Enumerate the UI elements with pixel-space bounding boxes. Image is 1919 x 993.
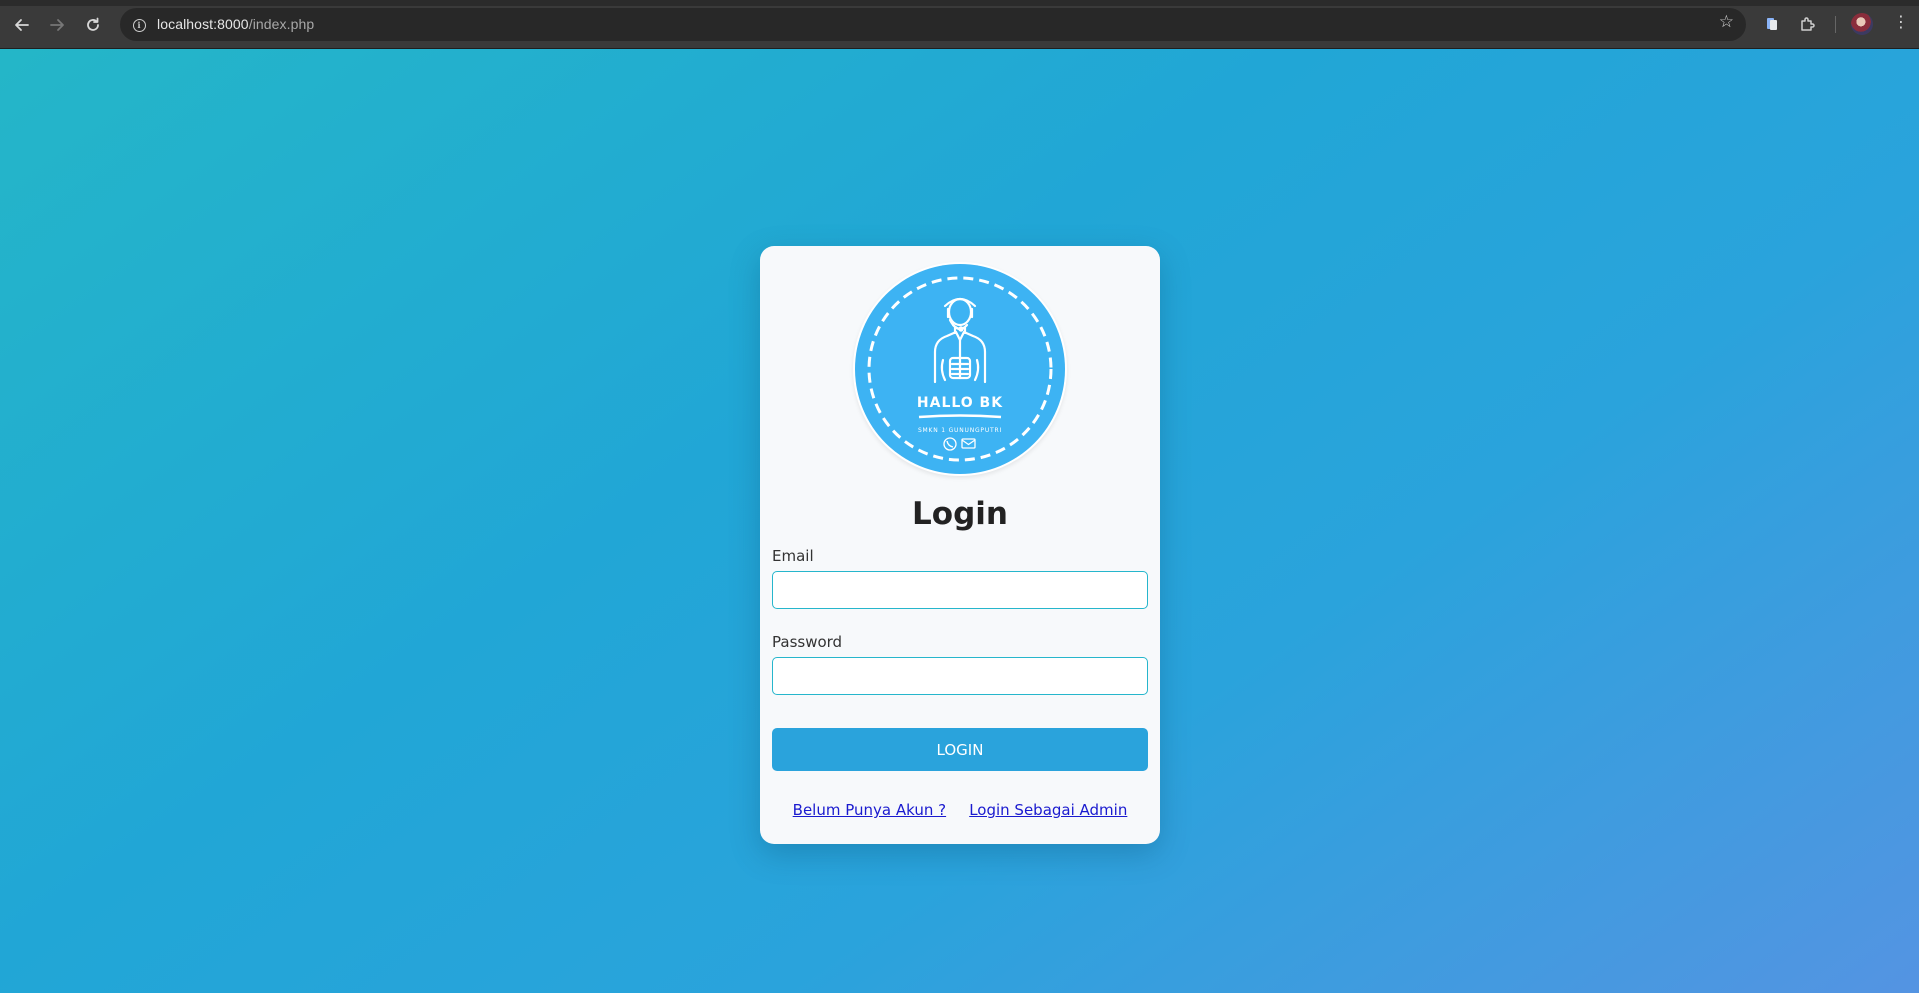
logo-emblem: HALLO BK SMKN 1 GUNUNGPUTRI <box>855 264 1065 474</box>
tab-strip <box>0 0 1919 6</box>
password-field[interactable] <box>772 657 1148 695</box>
puzzle-icon <box>1801 17 1815 31</box>
arrow-left-icon <box>15 19 29 31</box>
site-info-button[interactable]: i <box>129 15 149 35</box>
email-label: Email <box>772 547 814 565</box>
url-host: localhost:8000 <box>157 16 249 32</box>
address-bar[interactable]: i localhost:8000/index.php ☆ <box>120 8 1746 41</box>
extensions-menu-button[interactable] <box>1798 14 1818 34</box>
hallo-bk-logo: HALLO BK SMKN 1 GUNUNGPUTRI <box>853 262 1067 476</box>
login-card: HALLO BK SMKN 1 GUNUNGPUTRI Login Email … <box>760 246 1160 844</box>
password-label: Password <box>772 633 843 651</box>
logo-subtitle: SMKN 1 GUNUNGPUTRI <box>918 427 1002 434</box>
login-button[interactable]: LOGIN <box>772 728 1148 771</box>
register-link[interactable]: Belum Punya Akun ? <box>793 801 946 819</box>
page-title: Login <box>912 496 1008 532</box>
document-extension-icon <box>1767 18 1777 30</box>
back-button[interactable] <box>9 12 35 38</box>
reload-button[interactable] <box>80 12 106 38</box>
info-icon: i <box>132 18 146 32</box>
browser-toolbar: i localhost:8000/index.php ☆ ⋮ <box>0 0 1919 49</box>
toolbar-separator <box>1835 16 1836 33</box>
page-background: HALLO BK SMKN 1 GUNUNGPUTRI Login Email … <box>0 49 1919 993</box>
reload-icon <box>87 17 99 31</box>
auth-links: Belum Punya Akun ? Login Sebagai Admin <box>760 800 1160 819</box>
email-field[interactable] <box>772 571 1148 609</box>
admin-login-link[interactable]: Login Sebagai Admin <box>969 801 1127 819</box>
forward-button[interactable] <box>44 12 70 38</box>
profile-avatar[interactable] <box>1851 13 1873 35</box>
kebab-menu-icon[interactable]: ⋮ <box>1893 14 1909 30</box>
url-path: /index.php <box>248 16 315 32</box>
url-text[interactable]: localhost:8000/index.php <box>157 16 314 32</box>
logo-title: HALLO BK <box>917 395 1003 411</box>
arrow-right-icon <box>50 19 64 31</box>
extension-button[interactable] <box>1762 14 1782 34</box>
star-icon[interactable]: ☆ <box>1719 14 1734 31</box>
